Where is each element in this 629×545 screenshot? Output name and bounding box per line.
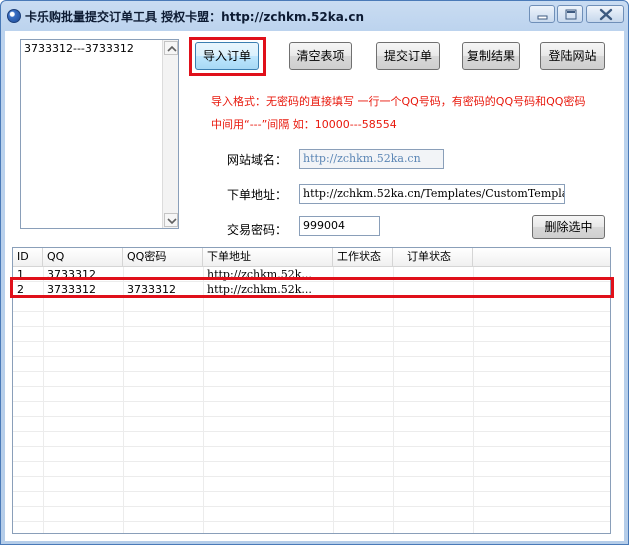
column-header-order-url[interactable]: 下单地址 [203,248,333,266]
delete-selected-button[interactable]: 删除选中 [532,215,605,239]
import-textarea[interactable]: 3733312---3733312 [20,39,179,229]
textarea-scrollbar[interactable] [162,40,178,228]
grid-line [13,326,610,327]
grid-line [13,521,610,522]
grid-line [13,356,610,357]
grid-line [13,446,610,447]
column-header-id[interactable]: ID [13,248,43,266]
chevron-down-icon [167,218,177,225]
column-header-work-status[interactable]: 工作状态 [333,248,393,266]
minimize-button[interactable] [529,5,555,23]
grid-line [203,267,204,533]
import-text: 3733312---3733312 [24,42,134,55]
scroll-down-button[interactable] [164,213,178,227]
close-icon [599,8,613,21]
order-url-label: 下单地址： [227,188,288,202]
order-url-field[interactable]: http://zchkm.52ka.cn/Templates/CustomTem… [299,184,565,204]
close-button[interactable] [586,5,624,23]
grid-line [123,267,124,533]
minimize-icon [537,15,548,20]
chevron-up-icon [167,45,177,52]
domain-label: 网站域名： [227,153,288,167]
app-logo-icon [7,9,21,23]
copy-results-button[interactable]: 复制结果 [462,42,520,70]
trade-password-field[interactable]: 999004 [299,216,380,236]
login-site-button[interactable]: 登陆网站 [540,42,605,70]
submit-orders-button[interactable]: 提交订单 [376,42,440,70]
column-header-empty [473,248,610,266]
grid-line [13,476,610,477]
grid-line [13,461,610,462]
import-button-highlight [189,37,266,76]
maximize-button[interactable] [557,5,583,23]
grid-line [333,267,334,533]
client-area: 3733312---3733312 导入订单 清空表项 提交订单 复制结果 登陆… [5,31,624,541]
grid-line [13,371,610,372]
column-header-order-status[interactable]: 订单状态 [393,248,473,266]
grid-line [13,386,610,387]
maximize-icon [565,9,577,20]
column-header-qq-password[interactable]: QQ密码 [123,248,203,266]
grid-line [13,491,610,492]
import-format-hint-line1: 导入格式：无密码的直接填写 一行一个QQ号码，有密码的QQ号码和QQ密码 [211,95,586,108]
grid-line [13,341,610,342]
grid-line [13,506,610,507]
grid-line [13,311,610,312]
trade-password-label: 交易密码： [227,223,288,237]
app-window: 卡乐购批量提交订单工具 授权卡盟：http://zchkm.52ka.cn 37… [0,0,629,545]
row-highlight [10,277,614,298]
table-header: ID QQ QQ密码 下单地址 工作状态 订单状态 [13,248,610,267]
grid-line [13,431,610,432]
grid-line [43,267,44,533]
grid-line [393,267,394,533]
grid-line [13,401,610,402]
scroll-up-button[interactable] [164,41,178,55]
window-title: 卡乐购批量提交订单工具 授权卡盟：http://zchkm.52ka.cn [25,10,365,24]
title-bar[interactable]: 卡乐购批量提交订单工具 授权卡盟：http://zchkm.52ka.cn [1,1,628,31]
column-header-qq[interactable]: QQ [43,248,123,266]
grid-line [473,267,474,533]
domain-field[interactable]: http://zchkm.52ka.cn [299,149,444,169]
import-format-hint-line2: 中间用“---”间隔 如：10000---58554 [211,118,397,131]
grid-line [13,416,610,417]
clear-items-button[interactable]: 清空表项 [289,42,352,70]
